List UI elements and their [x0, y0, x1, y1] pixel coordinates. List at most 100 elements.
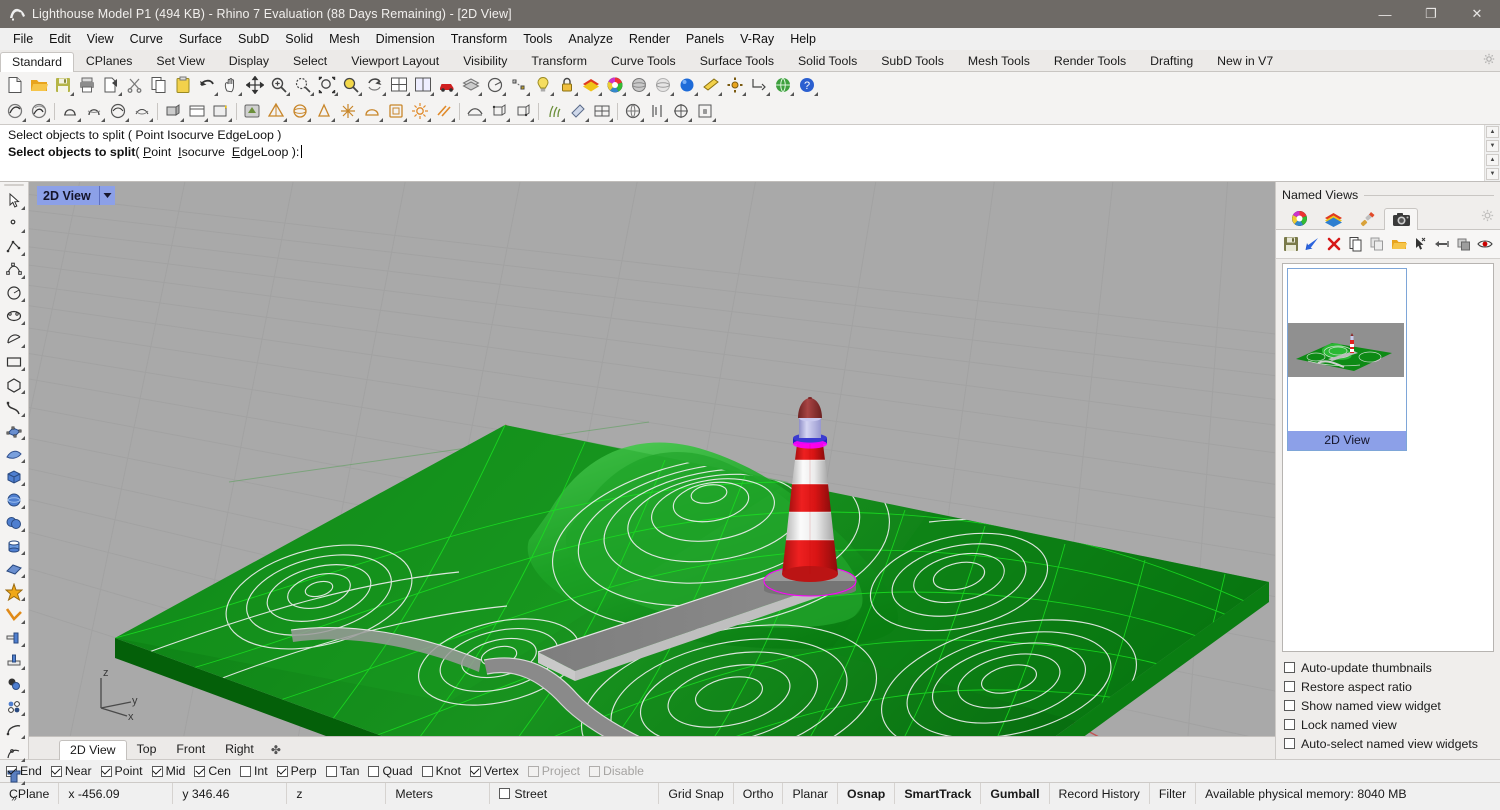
- undo-icon[interactable]: [195, 73, 219, 97]
- toolbar-tab-new-in-v7[interactable]: New in V7: [1205, 51, 1285, 71]
- flyout-arrow-icon[interactable]: [609, 118, 613, 122]
- toolbar-tab-solid-tools[interactable]: Solid Tools: [786, 51, 869, 71]
- command-options[interactable]: ( Point Isocurve EdgeLoop ):: [135, 145, 299, 159]
- target-icon[interactable]: [669, 99, 693, 123]
- osnap-checkbox[interactable]: [368, 765, 380, 777]
- flyout-arrow-icon[interactable]: [646, 92, 650, 96]
- cut-scissors-icon[interactable]: [123, 73, 147, 97]
- menu-item-mesh[interactable]: Mesh: [321, 30, 368, 48]
- osnap-quad[interactable]: Quad: [368, 764, 413, 778]
- flyout-arrow-icon[interactable]: [307, 118, 311, 122]
- menu-item-panels[interactable]: Panels: [678, 30, 732, 48]
- ellipse-tool-icon[interactable]: [264, 99, 288, 123]
- flyout-arrow-icon[interactable]: [21, 689, 25, 693]
- new-file-icon[interactable]: [3, 73, 27, 97]
- help-question-icon[interactable]: ?: [795, 73, 819, 97]
- flyout-arrow-icon[interactable]: [550, 92, 554, 96]
- viewport-title-bar[interactable]: 2D View: [37, 186, 115, 205]
- flyout-arrow-icon[interactable]: [502, 92, 506, 96]
- maximize-button[interactable]: ❐: [1408, 0, 1454, 28]
- lock-icon[interactable]: [555, 73, 579, 97]
- panel-checkbox-show-named-view-widget[interactable]: Show named view widget: [1284, 696, 1494, 715]
- flyout-arrow-icon[interactable]: [204, 118, 208, 122]
- sphere-shaded-icon[interactable]: [627, 73, 651, 97]
- flyout-arrow-icon[interactable]: [598, 92, 602, 96]
- command-scroll-up-button[interactable]: ▲: [1486, 126, 1499, 138]
- osnap-checkbox[interactable]: [589, 765, 601, 777]
- split-icon[interactable]: [2, 649, 26, 672]
- flyout-arrow-icon[interactable]: [77, 118, 81, 122]
- toolbar-settings-gear-icon[interactable]: [1483, 53, 1495, 68]
- delete-view-icon[interactable]: [1323, 233, 1345, 255]
- flyout-arrow-icon[interactable]: [451, 118, 455, 122]
- ellipse-icon[interactable]: [2, 304, 26, 327]
- point-edit-icon[interactable]: [507, 73, 531, 97]
- status-toggle-osnap[interactable]: Osnap: [838, 783, 896, 804]
- flyout-arrow-icon[interactable]: [694, 92, 698, 96]
- arc-icon[interactable]: [2, 327, 26, 350]
- flyout-arrow-icon[interactable]: [712, 118, 716, 122]
- grid-surface-icon[interactable]: [590, 99, 614, 123]
- menu-item-solid[interactable]: Solid: [277, 30, 321, 48]
- network-surface-icon[interactable]: [130, 99, 154, 123]
- paste-icon[interactable]: [171, 73, 195, 97]
- status-units[interactable]: Meters: [386, 783, 491, 804]
- flyout-arrow-icon[interactable]: [574, 92, 578, 96]
- copy-view-icon[interactable]: [1345, 233, 1367, 255]
- osnap-checkbox[interactable]: [469, 765, 481, 777]
- flyout-arrow-icon[interactable]: [180, 118, 184, 122]
- flyout-arrow-icon[interactable]: [21, 666, 25, 670]
- osnap-near[interactable]: Near: [50, 764, 92, 778]
- command-scrollbar[interactable]: ▲ ▼ ▲ ▼: [1484, 125, 1500, 181]
- add-viewport-button[interactable]: ✤: [264, 741, 288, 759]
- light-bulb-icon[interactable]: [531, 73, 555, 97]
- flyout-arrow-icon[interactable]: [382, 92, 386, 96]
- save-icon[interactable]: [51, 73, 75, 97]
- panel-checkbox-restore-aspect-ratio[interactable]: Restore aspect ratio: [1284, 677, 1494, 696]
- menu-item-dimension[interactable]: Dimension: [368, 30, 443, 48]
- panel-tab-display-color-wheel-icon[interactable]: [1282, 207, 1316, 229]
- zoom-selected-icon[interactable]: [339, 73, 363, 97]
- flyout-arrow-icon[interactable]: [742, 92, 746, 96]
- panel-checkbox-lock-named-view[interactable]: Lock named view: [1284, 715, 1494, 734]
- toolbar-tab-drafting[interactable]: Drafting: [1138, 51, 1205, 71]
- osnap-project[interactable]: Project: [527, 764, 580, 778]
- toolbar-tab-set-view[interactable]: Set View: [144, 51, 216, 71]
- checkbox-box[interactable]: [1284, 719, 1295, 730]
- flyout-arrow-icon[interactable]: [664, 118, 668, 122]
- export-icon[interactable]: [99, 73, 123, 97]
- control-point-curve-icon[interactable]: [2, 258, 26, 281]
- flyout-arrow-icon[interactable]: [238, 92, 242, 96]
- osnap-disable[interactable]: Disable: [589, 764, 644, 778]
- box-extrude-icon[interactable]: [161, 99, 185, 123]
- toolbar-tab-subd-tools[interactable]: SubD Tools: [869, 51, 956, 71]
- flyout-arrow-icon[interactable]: [403, 118, 407, 122]
- viewport-tab-right[interactable]: Right: [215, 740, 264, 759]
- rail-revolve-icon[interactable]: [82, 99, 106, 123]
- antenna-icon[interactable]: [312, 99, 336, 123]
- fillet-icon[interactable]: [2, 603, 26, 626]
- flyout-arrow-icon[interactable]: [125, 118, 129, 122]
- polyline-icon[interactable]: [2, 235, 26, 258]
- osnap-point[interactable]: Point: [100, 764, 143, 778]
- osnap-knot[interactable]: Knot: [421, 764, 461, 778]
- panel-checkbox-auto-select-named-view-widgets[interactable]: Auto-select named view widgets: [1284, 734, 1494, 753]
- star-burst-icon[interactable]: [336, 99, 360, 123]
- command-scroll-up-2-button[interactable]: ▲: [1486, 154, 1499, 166]
- dimension-icon[interactable]: [747, 73, 771, 97]
- menu-item-render[interactable]: Render: [621, 30, 678, 48]
- panel-checkbox-auto-update-thumbnails[interactable]: Auto-update thumbnails: [1284, 658, 1494, 677]
- osnap-checkbox[interactable]: [151, 765, 163, 777]
- flyout-arrow-icon[interactable]: [790, 92, 794, 96]
- linear-light-icon[interactable]: [432, 99, 456, 123]
- flyout-arrow-icon[interactable]: [21, 528, 25, 532]
- panel-tab-named-views-camera-icon[interactable]: [1384, 208, 1418, 230]
- panel-settings-gear-icon[interactable]: [1481, 209, 1494, 225]
- sun-light-icon[interactable]: [408, 99, 432, 123]
- flyout-arrow-icon[interactable]: [814, 92, 818, 96]
- flyout-arrow-icon[interactable]: [21, 574, 25, 578]
- toolbar-tab-visibility[interactable]: Visibility: [451, 51, 519, 71]
- zoom-in-icon[interactable]: [267, 73, 291, 97]
- trim-icon[interactable]: [2, 626, 26, 649]
- flyout-arrow-icon[interactable]: [21, 229, 25, 233]
